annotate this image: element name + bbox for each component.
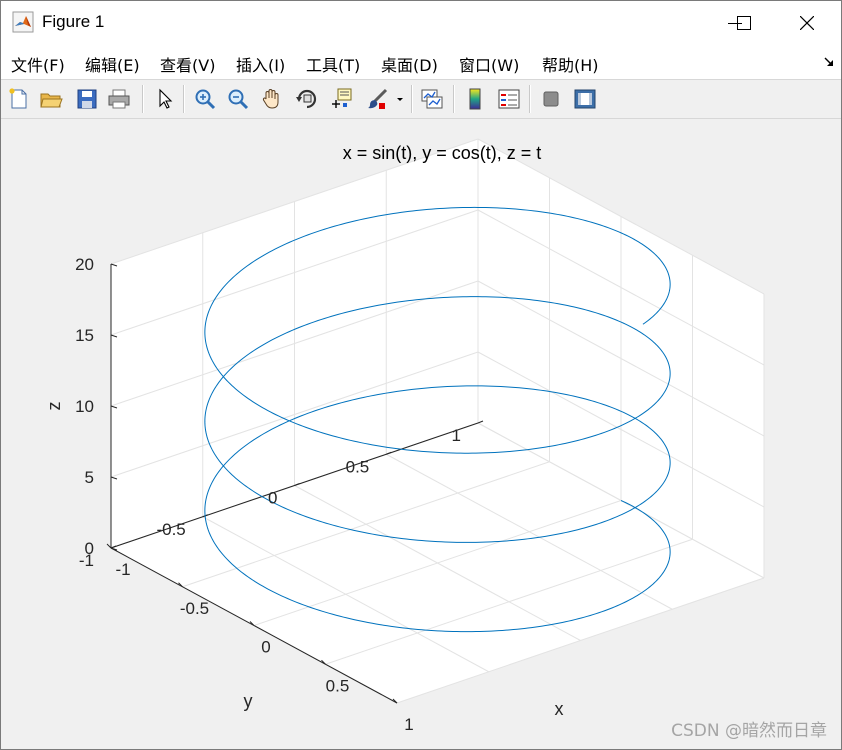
zoom-out-button[interactable] bbox=[224, 85, 252, 113]
zoom-out-icon bbox=[228, 89, 249, 110]
open-file-icon bbox=[40, 93, 63, 108]
y-axis-label: y bbox=[244, 691, 253, 711]
pointer-button[interactable] bbox=[151, 85, 179, 113]
dock-arrow-icon[interactable] bbox=[823, 56, 835, 68]
colorbar-icon bbox=[469, 88, 481, 110]
figure-toolbar bbox=[1, 79, 841, 119]
z-tick-label: 5 bbox=[85, 468, 94, 487]
colorbar-button[interactable] bbox=[461, 85, 489, 113]
link-plot-button[interactable] bbox=[418, 85, 446, 113]
menu-file[interactable]: 文件(F) bbox=[11, 52, 65, 76]
zoom-in-button[interactable] bbox=[191, 85, 219, 113]
toolbar-separator bbox=[529, 85, 531, 113]
new-figure-icon bbox=[9, 88, 27, 109]
toolbar-separator bbox=[453, 85, 455, 113]
toolbar-separator bbox=[142, 85, 144, 113]
menu-edit[interactable]: 编辑(E) bbox=[85, 52, 140, 76]
new-figure-button[interactable] bbox=[5, 85, 33, 113]
menu-view[interactable]: 查看(V) bbox=[160, 52, 215, 76]
maximize-button[interactable] bbox=[703, 1, 771, 45]
toolbar-separator bbox=[411, 85, 413, 113]
legend-button[interactable] bbox=[495, 85, 523, 113]
data-cursor-button[interactable] bbox=[327, 85, 355, 113]
pan-hand-icon bbox=[262, 88, 279, 109]
menu-window[interactable]: 窗口(W) bbox=[459, 52, 519, 76]
save-button[interactable] bbox=[73, 85, 101, 113]
z-tick-label: 0 bbox=[85, 539, 94, 558]
data-cursor-icon bbox=[332, 88, 352, 108]
rotate-3d-button[interactable] bbox=[293, 85, 321, 113]
y-tick-label: 1 bbox=[452, 426, 461, 445]
hide-plot-tools-icon bbox=[543, 91, 559, 107]
hide-plot-tools-button[interactable] bbox=[537, 85, 565, 113]
figure-window: Figure 1 文件(F) 编辑(E) 查看(V) 插入(I) 工具(T) 桌… bbox=[0, 0, 842, 750]
brush-dropdown[interactable] bbox=[393, 85, 407, 113]
menu-tools[interactable]: 工具(T) bbox=[306, 52, 360, 76]
menu-insert[interactable]: 插入(I) bbox=[236, 52, 285, 76]
rotate-3d-icon bbox=[296, 89, 317, 109]
z-tick-label: 15 bbox=[75, 326, 94, 345]
x-tick-label: 0.5 bbox=[326, 676, 350, 695]
close-icon bbox=[800, 16, 814, 30]
z-axis-label: z bbox=[44, 402, 64, 411]
show-plot-tools-button[interactable] bbox=[571, 85, 599, 113]
figure-canvas[interactable]: -1 -0.5 0 0.5 1 -1 -0.5 0 0.5 1 0 5 10 15 20 x = sin(t… bbox=[1, 119, 841, 749]
x-tick-mark bbox=[106, 543, 112, 549]
z-tick-label: 20 bbox=[75, 255, 94, 274]
y-tick-label: -0.5 bbox=[156, 520, 185, 539]
show-plot-tools-icon bbox=[574, 89, 596, 109]
save-icon bbox=[77, 89, 97, 109]
toolbar-separator bbox=[183, 85, 185, 113]
plot-3d[interactable]: -1-0.500.51-1-0.500.5105101520 x = sin(t… bbox=[1, 119, 841, 749]
zoom-in-icon bbox=[195, 89, 216, 110]
menu-bar: 文件(F) 编辑(E) 查看(V) 插入(I) 工具(T) 桌面(D) 窗口(W… bbox=[1, 45, 841, 79]
legend-icon bbox=[498, 89, 520, 109]
pointer-icon bbox=[159, 88, 173, 109]
print-button[interactable] bbox=[105, 85, 133, 113]
matlab-logo-icon bbox=[12, 11, 34, 33]
x-tick-label: 1 bbox=[404, 715, 413, 734]
x-tick-label: 0 bbox=[261, 638, 270, 657]
print-icon bbox=[108, 89, 130, 109]
open-file-button[interactable] bbox=[37, 85, 65, 113]
chevron-down-icon bbox=[397, 98, 403, 101]
y-tick-label: 0 bbox=[268, 489, 277, 508]
brush-button[interactable] bbox=[363, 85, 391, 113]
menu-help[interactable]: 帮助(H) bbox=[542, 52, 599, 76]
title-bar[interactable]: Figure 1 bbox=[1, 1, 841, 45]
x-tick-label: -0.5 bbox=[180, 599, 209, 618]
menu-desktop[interactable]: 桌面(D) bbox=[381, 52, 438, 76]
pan-button[interactable] bbox=[258, 85, 286, 113]
y-tick-label: 0.5 bbox=[346, 457, 370, 476]
x-tick-label: -1 bbox=[115, 560, 130, 579]
brush-icon bbox=[368, 88, 388, 109]
link-plot-icon bbox=[421, 89, 443, 109]
window-title: Figure 1 bbox=[42, 12, 105, 31]
watermark: CSDN @暗然而日章 bbox=[671, 721, 827, 741]
z-tick-label: 10 bbox=[75, 397, 94, 416]
maximize-icon bbox=[737, 16, 751, 30]
x-axis-label: x bbox=[555, 699, 564, 719]
chart-title: x = sin(t), y = cos(t), z = t bbox=[343, 143, 542, 163]
close-button[interactable] bbox=[773, 1, 841, 45]
